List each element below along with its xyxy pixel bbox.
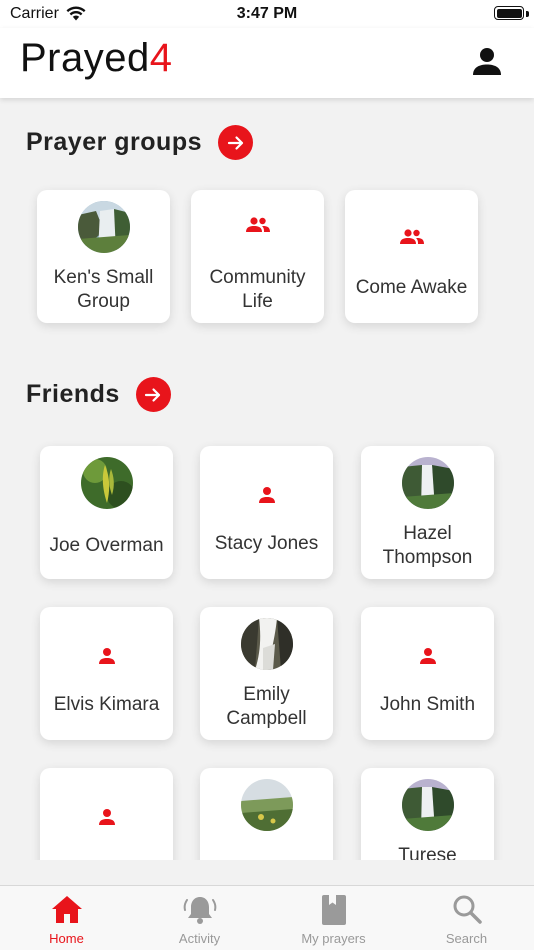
- profile-icon[interactable]: [472, 46, 502, 76]
- friend-card-elvis-kimara[interactable]: Elvis Kimara: [40, 607, 173, 740]
- tab-search[interactable]: Search: [400, 886, 533, 950]
- tab-activity-label: Activity: [178, 931, 221, 946]
- book-icon: [267, 894, 400, 926]
- person-icon: [361, 647, 494, 665]
- battery-nub: [526, 11, 529, 17]
- friend-card-label: Elvis Kimara: [53, 694, 160, 715]
- friend-card[interactable]: [200, 768, 333, 860]
- prayer-groups-more-button[interactable]: [218, 125, 254, 160]
- tab-search-label: Search: [445, 931, 488, 946]
- group-icon: [191, 216, 324, 234]
- prayer-groups-header: Prayer groups: [26, 125, 254, 160]
- person-icon: [200, 486, 333, 504]
- friend-card-label: Stacy Jones: [214, 533, 319, 554]
- person-icon: [40, 647, 173, 665]
- friend-photo-avatar: [402, 779, 454, 831]
- friend-card-label: Emily Campbell: [226, 684, 307, 729]
- group-card-label: Ken's Small Group: [53, 267, 154, 312]
- friend-card-stacy-jones[interactable]: Stacy Jones: [200, 446, 333, 579]
- group-card-label: Come Awake: [355, 277, 468, 298]
- friend-photo-avatar: [241, 618, 293, 670]
- friend-photo-avatar: [402, 457, 454, 509]
- bell-icon: [133, 894, 266, 926]
- friend-card-label: Turese: [398, 845, 457, 860]
- friend-card-turese[interactable]: Turese: [361, 768, 494, 860]
- tab-activity[interactable]: Activity: [133, 886, 266, 950]
- tab-home[interactable]: Home: [0, 886, 133, 950]
- friend-card-label: Joe Overman: [49, 535, 164, 556]
- tab-home-label: Home: [49, 931, 84, 946]
- friends-title: Friends: [26, 380, 120, 408]
- group-card-come-awake[interactable]: Come Awake: [345, 190, 478, 323]
- friends-more-button[interactable]: [135, 377, 171, 412]
- person-icon: [40, 808, 173, 826]
- arrow-right-icon: [145, 387, 161, 402]
- group-card-community-life[interactable]: Community Life: [191, 190, 324, 323]
- friends-header: Friends: [26, 377, 171, 412]
- friend-card-joe-overman[interactable]: Joe Overman: [40, 446, 173, 579]
- prayer-groups-title: Prayer groups: [26, 128, 203, 156]
- search-icon: [400, 894, 533, 924]
- app-title-accent: 4: [149, 36, 173, 80]
- app-title-main: Prayed: [20, 36, 150, 80]
- group-card-label: Community Life: [209, 267, 306, 312]
- friend-card-hazel-thompson[interactable]: Hazel Thompson: [361, 446, 494, 579]
- status-time: 3:47 PM: [236, 5, 298, 22]
- group-photo-avatar: [78, 201, 130, 253]
- app-header: Prayed4: [0, 28, 534, 98]
- friends-grid: Joe Overman Stacy Jones Hazel Thompson E…: [0, 420, 534, 860]
- arrow-right-icon: [227, 135, 243, 150]
- home-icon: [0, 894, 133, 924]
- battery-icon: [494, 6, 524, 20]
- friend-photo-avatar: [241, 779, 293, 831]
- friend-card-label: Hazel Thompson: [382, 523, 473, 568]
- tab-my-prayers[interactable]: My prayers: [267, 886, 400, 950]
- friend-card-john-smith[interactable]: John Smith: [361, 607, 494, 740]
- friend-photo-avatar: [81, 457, 133, 509]
- app-title: Prayed4: [20, 36, 173, 81]
- tab-my-prayers-label: My prayers: [301, 931, 366, 946]
- group-card-kens-small-group[interactable]: Ken's Small Group: [37, 190, 170, 323]
- group-icon: [345, 228, 478, 246]
- friend-card-label: John Smith: [379, 694, 476, 715]
- friend-card[interactable]: [40, 768, 173, 860]
- status-bar: Carrier 3:47 PM: [0, 0, 534, 28]
- friend-card-emily-campbell[interactable]: Emily Campbell: [200, 607, 333, 740]
- tab-bar: Home Activity My prayers Search: [0, 885, 534, 950]
